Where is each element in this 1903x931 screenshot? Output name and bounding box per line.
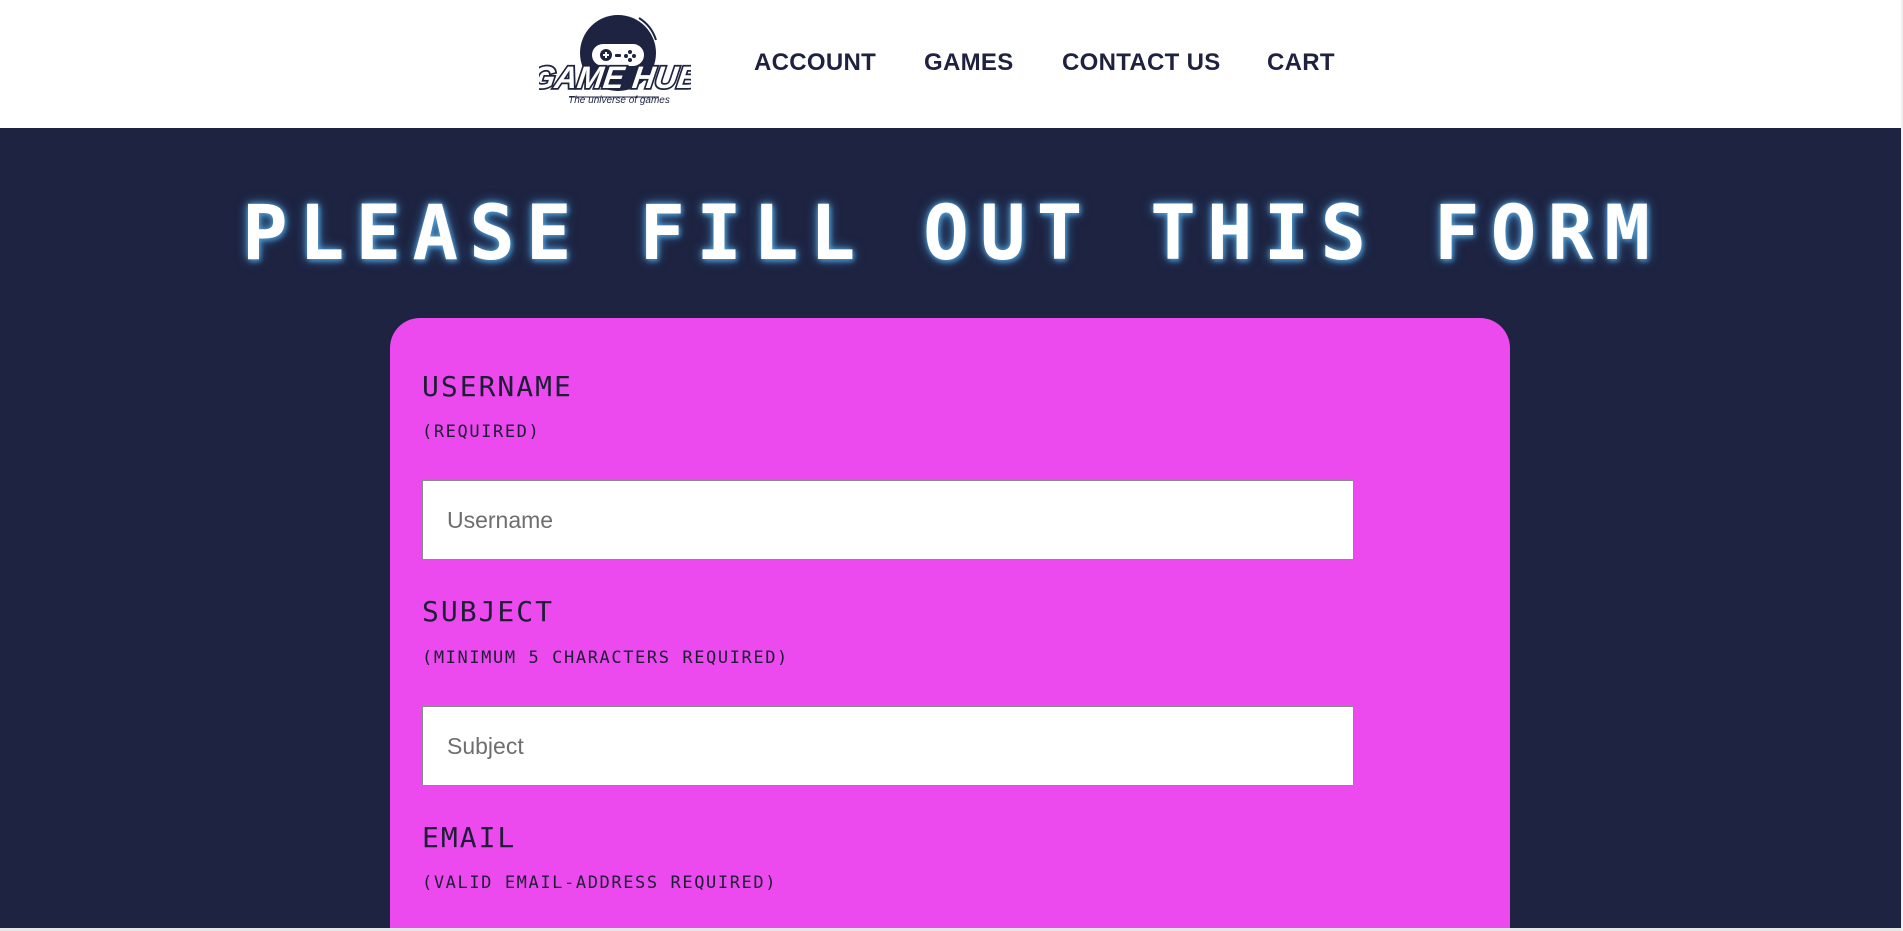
nav-item-games[interactable]: GAMES <box>924 49 1014 77</box>
username-input[interactable] <box>422 480 1354 560</box>
logo-title: GAME HUB <box>539 60 691 95</box>
username-hint: (REQUIRED) <box>422 422 541 442</box>
subject-hint: (MINIMUM 5 CHARACTERS REQUIRED) <box>422 648 789 668</box>
gamepad-icon: GAME HUB The universe of games <box>539 15 691 106</box>
nav-item-contact-us[interactable]: CONTACT US <box>1062 49 1221 77</box>
contact-form: USERNAME (REQUIRED) SUBJECT (MINIMUM 5 C… <box>390 318 1510 931</box>
email-label: EMAIL <box>422 821 517 854</box>
nav-item-account[interactable]: ACCOUNT <box>754 49 876 77</box>
subject-input[interactable] <box>422 706 1354 786</box>
username-label: USERNAME <box>422 370 573 403</box>
email-hint: (VALID EMAIL-ADDRESS REQUIRED) <box>422 873 778 893</box>
main-section: PLEASE FILL OUT THIS FORM USERNAME (REQU… <box>0 128 1903 931</box>
site-header: GAME HUB The universe of games ACCOUNT G… <box>0 0 1903 128</box>
page-title: PLEASE FILL OUT THIS FORM <box>242 188 1661 277</box>
game-hub-logo[interactable]: GAME HUB The universe of games <box>539 10 691 110</box>
subject-label: SUBJECT <box>422 595 555 628</box>
nav-item-cart[interactable]: CART <box>1267 49 1335 77</box>
